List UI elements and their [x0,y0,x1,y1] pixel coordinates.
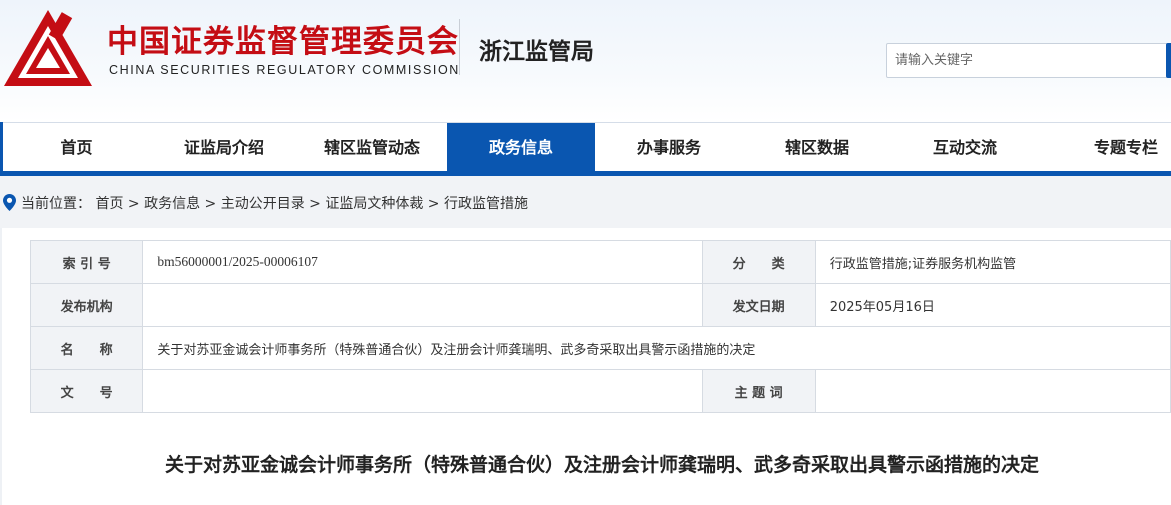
bureau-name[interactable]: 浙江监管局 [479,32,594,66]
table-row: 发布机构 发文日期 2025年05月16日 [29,283,1171,327]
search-input[interactable] [886,43,1168,78]
main-nav: 首页 证监局介绍 辖区监管动态 政务信息 办事服务 辖区数据 互动交流 专题专栏 [3,122,1171,173]
breadcrumb-text[interactable]: 当前位置： 首页 > 政务信息 > 主动公开目录 > 证监局文种体裁 > 行政监… [21,193,528,213]
site-title-en: CHINA SECURITIES REGULATORY COMMISSION [109,63,460,77]
nav-item-topics[interactable]: 专题专栏 [1039,123,1171,173]
nav-item-bureau-intro[interactable]: 证监局介绍 [150,123,298,173]
nav-item-services[interactable]: 办事服务 [595,123,743,173]
search-button[interactable] [1166,43,1171,78]
location-pin-icon [3,194,16,211]
subject-value [814,369,1171,413]
header-divider [459,19,460,75]
site-header: 中国证券监督管理委员会 CHINA SECURITIES REGULATORY … [0,0,1171,122]
date-value: 2025年05月16日 [814,283,1171,327]
table-row: 文 号 主 题 词 [29,369,1171,413]
document-meta-table: 索 引 号 bm56000001/2025-00006107 分 类 行政监管措… [29,240,1171,413]
index-label: 索 引 号 [29,240,144,284]
nav-item-regulatory-news[interactable]: 辖区监管动态 [298,123,446,173]
name-value: 关于对苏亚金诚会计师事务所（特殊普通合伙）及注册会计师龚瑞明、武多奇采取出具警示… [142,326,1171,370]
breadcrumb: 当前位置： 首页 > 政务信息 > 主动公开目录 > 证监局文种体裁 > 行政监… [0,176,1171,228]
nav-item-home[interactable]: 首页 [3,123,150,173]
doc-number-label: 文 号 [29,369,144,413]
table-row: 名 称 关于对苏亚金诚会计师事务所（特殊普通合伙）及注册会计师龚瑞明、武多奇采取… [29,326,1171,370]
doc-number-value [142,369,703,413]
category-value: 行政监管措施;证券服务机构监管 [814,240,1171,284]
site-title-cn[interactable]: 中国证券监督管理委员会 [107,16,459,61]
subject-label: 主 题 词 [701,369,816,413]
index-value: bm56000001/2025-00006107 [142,240,703,284]
nav-item-data[interactable]: 辖区数据 [743,123,891,173]
table-row: 索 引 号 bm56000001/2025-00006107 分 类 行政监管措… [29,240,1171,284]
nav-item-interaction[interactable]: 互动交流 [891,123,1039,173]
csrc-logo-icon[interactable] [2,8,94,90]
name-label: 名 称 [29,326,144,370]
category-label: 分 类 [701,240,816,284]
publisher-label: 发布机构 [29,283,144,327]
publisher-value [142,283,703,327]
nav-item-government-info[interactable]: 政务信息 [447,123,595,173]
document-title: 关于对苏亚金诚会计师事务所（特殊普通合伙）及注册会计师龚瑞明、武多奇采取出具警示… [164,454,1039,476]
date-label: 发文日期 [701,283,816,327]
